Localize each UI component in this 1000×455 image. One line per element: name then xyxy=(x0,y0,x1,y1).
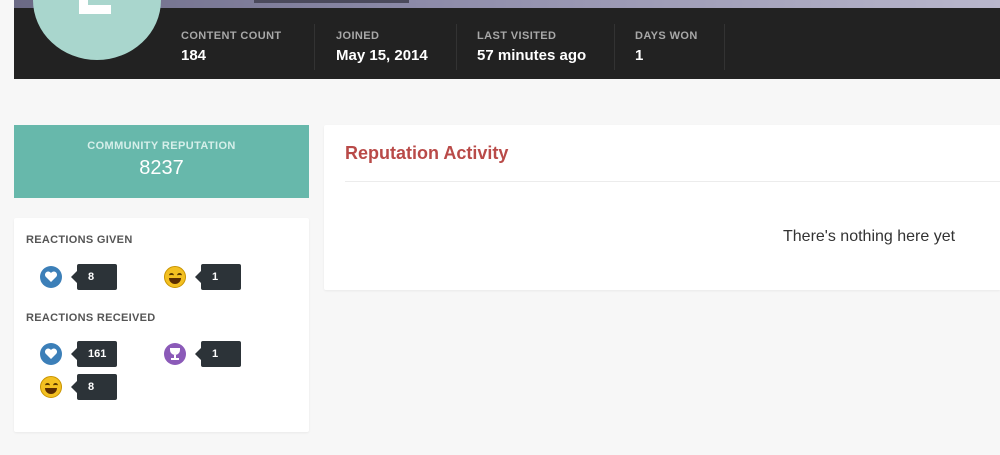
divider xyxy=(314,24,315,70)
stat-value: 1 xyxy=(635,47,644,64)
stat-label: JOINED xyxy=(336,30,380,42)
reactions-panel: REACTIONS GIVEN 8 1 REACTIONS RECEIVED 1… xyxy=(14,218,309,432)
community-reputation: COMMUNITY REPUTATION 8237 xyxy=(14,125,309,198)
reactions-given-title: REACTIONS GIVEN xyxy=(26,234,133,246)
stat-label: LAST VISITED xyxy=(477,30,557,42)
reputation-value: 8237 xyxy=(139,157,184,179)
reaction-count: 8 xyxy=(71,374,117,400)
stat-value: May 15, 2014 xyxy=(336,47,428,64)
stat-joined: JOINED May 15, 2014 xyxy=(336,30,428,64)
divider xyxy=(456,24,457,70)
reputation-activity-title: Reputation Activity xyxy=(345,143,509,163)
stat-content-count: CONTENT COUNT 184 xyxy=(181,30,282,64)
stat-label: CONTENT COUNT xyxy=(181,30,282,42)
profile-header: CONTENT COUNT 184 JOINED May 15, 2014 LA… xyxy=(14,8,1000,79)
reaction-count: 8 xyxy=(71,264,117,290)
cover-photo xyxy=(14,0,1000,8)
heart-icon xyxy=(40,266,62,288)
haha-icon xyxy=(164,266,186,288)
avatar-letter-glyph xyxy=(79,0,115,16)
trophy-icon xyxy=(164,343,186,365)
cover-photo-detail xyxy=(254,0,409,3)
reputation-label: COMMUNITY REPUTATION xyxy=(87,140,236,152)
stat-days-won: DAYS WON 1 xyxy=(635,30,698,64)
divider xyxy=(345,181,1000,182)
stat-value: 57 minutes ago xyxy=(477,47,587,64)
reaction-count: 1 xyxy=(195,264,241,290)
reaction-count: 1 xyxy=(195,341,241,367)
divider xyxy=(614,24,615,70)
reactions-received-title: REACTIONS RECEIVED xyxy=(26,312,156,324)
divider xyxy=(724,24,725,70)
reaction-count: 161 xyxy=(71,341,117,367)
empty-state-message: There's nothing here yet xyxy=(783,228,956,245)
heart-icon xyxy=(40,343,62,365)
reputation-activity-panel: Reputation Activity There's nothing here… xyxy=(324,125,1000,290)
stat-value: 184 xyxy=(181,47,207,64)
stat-label: DAYS WON xyxy=(635,30,698,42)
haha-icon xyxy=(40,376,62,398)
stat-last-visited: LAST VISITED 57 minutes ago xyxy=(477,30,586,64)
